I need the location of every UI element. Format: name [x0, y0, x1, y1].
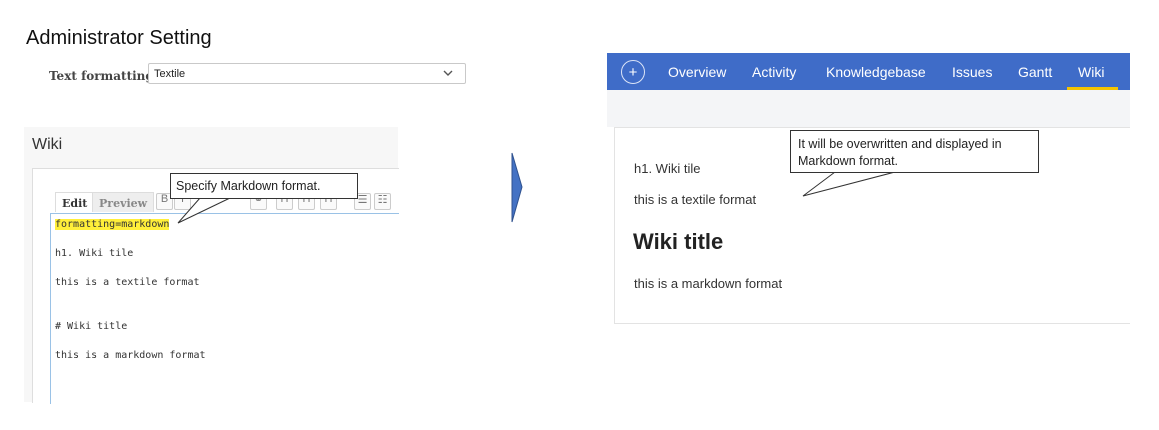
tab-wiki[interactable]: Wiki	[1078, 64, 1104, 80]
admin-setting-title: Administrator Setting	[26, 27, 212, 49]
code-line: this is a textile format	[55, 277, 200, 288]
formatting-directive: formatting=markdown	[55, 219, 170, 230]
text-formatting-label: Text formatting	[49, 69, 154, 83]
rendered-title: Wiki title	[633, 229, 724, 254]
text-formatting-value: Textile	[154, 68, 186, 80]
tab-issues[interactable]: Issues	[952, 64, 992, 80]
rendered-line: h1. Wiki tile	[634, 161, 701, 176]
wiki-heading: Wiki	[32, 136, 63, 153]
callout-pointer	[802, 171, 896, 197]
add-button[interactable]: +	[621, 60, 645, 84]
content-header-bar	[607, 90, 1130, 127]
tab-activity[interactable]: Activity	[752, 64, 796, 80]
rendered-line: this is a textile format	[634, 192, 757, 207]
code-line: # Wiki title	[55, 321, 128, 332]
tab-edit[interactable]: Edit	[55, 192, 95, 212]
callout-specify-markdown: Specify Markdown format.	[170, 173, 358, 199]
rendered-line: this is a markdown format	[634, 276, 783, 291]
tab-gantt[interactable]: Gantt	[1018, 64, 1052, 80]
callout-overwritten-markdown: It will be overwritten and displayed in …	[790, 130, 1039, 173]
numbered-list-button[interactable]: ☷	[374, 193, 391, 210]
tab-overview[interactable]: Overview	[668, 64, 726, 80]
wiki-textarea[interactable]	[50, 213, 399, 404]
tab-knowledgebase[interactable]: Knowledgebase	[826, 64, 926, 80]
arrow-right-icon	[511, 152, 523, 223]
code-line: formatting=markdown	[55, 219, 170, 230]
chevron-down-icon	[443, 70, 453, 76]
code-line: this is a markdown format	[55, 350, 206, 361]
numbered-list-icon: ☷	[377, 194, 388, 206]
text-formatting-select[interactable]: Textile	[148, 63, 466, 84]
callout-pointer	[177, 197, 231, 224]
tab-preview[interactable]: Preview	[92, 192, 155, 212]
code-line: h1. Wiki tile	[55, 248, 134, 259]
